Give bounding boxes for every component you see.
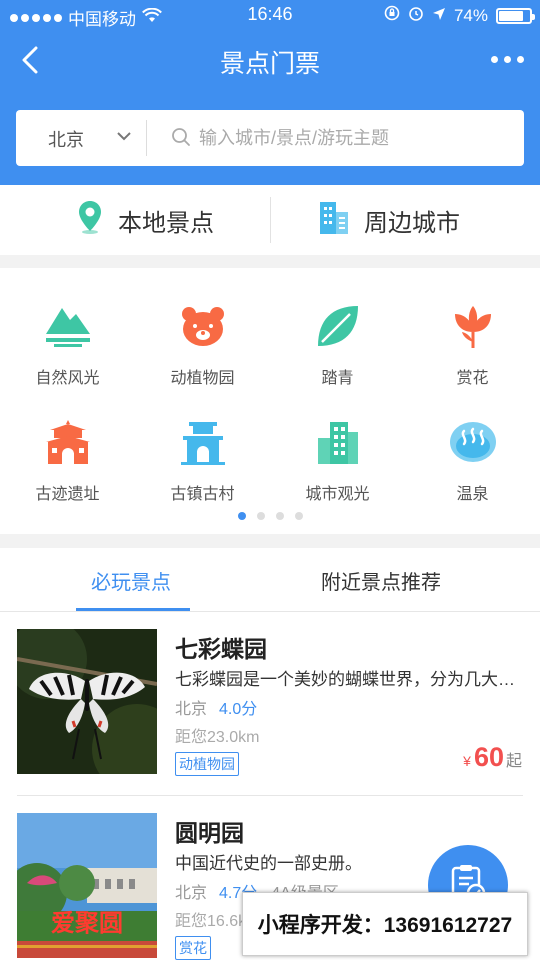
quick-nav-nearby-cities[interactable]: 周边城市 — [318, 185, 460, 255]
search-divider — [146, 120, 147, 156]
category-label: 古迹遗址 — [35, 486, 100, 503]
category-label: 城市观光 — [305, 486, 370, 503]
page-dot[interactable] — [256, 512, 265, 520]
search-input[interactable] — [199, 122, 509, 154]
city-selector[interactable]: 北京 — [48, 126, 84, 152]
category-spring-outing[interactable]: 踏青 — [270, 298, 405, 388]
attraction-tag: 动植物园 — [175, 752, 239, 776]
leaf-icon — [270, 298, 405, 354]
attraction-tag: 赏花 — [175, 936, 211, 960]
category-historic-sites[interactable]: 古迹遗址 — [0, 414, 135, 504]
tulip-icon — [405, 298, 540, 354]
attraction-city: 北京 — [175, 885, 208, 902]
category-ancient-towns[interactable]: 古镇古村 — [135, 414, 270, 504]
category-hot-springs[interactable]: 温泉 — [405, 414, 540, 504]
attraction-desc: 七彩蝶园是一个美妙的蝴蝶世界，分为几大展区 — [175, 670, 520, 689]
category-city-sightseeing[interactable]: 城市观光 — [270, 414, 405, 504]
mountain-icon — [0, 298, 135, 354]
page-dot[interactable] — [275, 512, 284, 520]
attraction-photo-garden: 爱聚圆 — [17, 813, 157, 958]
category-label: 温泉 — [456, 486, 489, 503]
hot-spring-icon — [405, 414, 540, 470]
quick-nav: 本地景点 周边城市 — [0, 185, 540, 255]
page-indicator — [0, 512, 540, 520]
more-dots-icon[interactable] — [491, 56, 524, 63]
attraction-meta: 北京 4.0分 — [175, 695, 257, 719]
quick-nav-label: 本地景点 — [118, 209, 214, 237]
town-gate-icon — [135, 414, 270, 470]
battery-percent: 74% — [453, 5, 488, 25]
search-bar: 北京 — [16, 110, 524, 166]
battery-icon — [496, 7, 535, 24]
category-natural-scenery[interactable]: 自然风光 — [0, 298, 135, 388]
status-bar: 中国移动 16:46 74% — [0, 0, 540, 30]
city-buildings-icon — [270, 414, 405, 470]
attraction-price: ¥60 起 — [463, 742, 522, 773]
garden-sign-text: 爱聚圆 — [51, 910, 123, 937]
page-dot[interactable] — [237, 512, 246, 520]
attraction-city: 北京 — [175, 701, 208, 718]
attraction-distance: 距您23.0km — [175, 729, 260, 746]
quick-nav-label: 周边城市 — [364, 209, 460, 237]
list-item[interactable]: 七彩蝶园 七彩蝶园是一个美妙的蝴蝶世界，分为几大展区 北京 4.0分 距您23.0… — [0, 612, 540, 796]
category-grid: 自然风光 动植物园 踏青 赏花 古迹遗址 古镇古村 城市观光 温泉 — [0, 268, 540, 534]
nav-bar: 景点门票 — [0, 30, 540, 90]
buildings-icon — [318, 200, 350, 241]
active-tab-indicator — [76, 608, 190, 611]
attraction-photo-butterfly — [17, 629, 157, 774]
location-arrow-icon — [432, 6, 446, 26]
attraction-name: 七彩蝶园 — [175, 636, 267, 662]
quick-nav-divider — [270, 197, 271, 243]
alarm-icon — [408, 5, 424, 26]
ancient-gate-icon — [0, 414, 135, 470]
price-value: 60 — [473, 742, 504, 772]
page-title: 景点门票 — [219, 50, 320, 78]
chevron-down-icon[interactable] — [116, 128, 132, 146]
tab-must-see[interactable]: 必玩景点 — [91, 566, 171, 595]
category-label: 古镇古村 — [170, 486, 235, 503]
bear-icon — [135, 298, 270, 354]
tab-nearby-recommend[interactable]: 附近景点推荐 — [321, 566, 441, 595]
page-dot[interactable] — [294, 512, 303, 520]
category-flowers[interactable]: 赏花 — [405, 298, 540, 388]
attraction-name: 圆明园 — [175, 820, 244, 846]
attraction-score: 4.0分 — [219, 701, 258, 718]
category-label: 自然风光 — [35, 370, 100, 387]
price-suffix: 起 — [505, 753, 522, 770]
header: 中国移动 16:46 74% 景点门票 北京 — [0, 0, 540, 185]
quick-nav-local[interactable]: 本地景点 — [76, 185, 214, 255]
rotation-lock-icon — [384, 5, 400, 26]
promo-banner: 小程序开发：13691612727 — [242, 892, 528, 956]
tab-bar: 必玩景点 附近景点推荐 — [0, 548, 540, 612]
price-currency: ¥ — [463, 753, 471, 769]
location-pin-icon — [76, 199, 104, 242]
category-label: 动植物园 — [170, 370, 235, 387]
search-icon — [171, 127, 191, 152]
category-label: 赏花 — [456, 370, 489, 387]
category-zoo-botanical[interactable]: 动植物园 — [135, 298, 270, 388]
category-label: 踏青 — [321, 370, 354, 387]
